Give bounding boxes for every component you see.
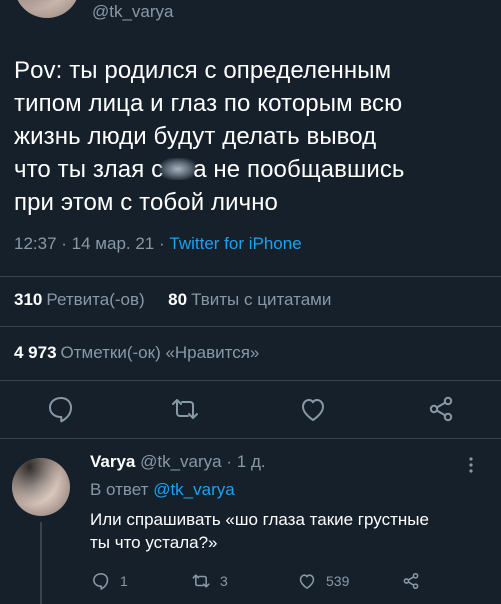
retweet-icon[interactable] <box>168 392 202 426</box>
reply-retweet-button[interactable]: 3 <box>190 566 228 596</box>
retweets-stat[interactable]: 310 Ретвита(-ов) <box>14 290 145 309</box>
tweet-meta: 12:37 · 14 мар. 21 · Twitter for iPhone <box>14 234 302 254</box>
reply-author-name[interactable]: Varya <box>90 452 135 471</box>
quotes-label: Твиты с цитатами <box>191 290 332 309</box>
tweet-date[interactable]: 14 мар. 21 <box>72 234 155 253</box>
tweet-source[interactable]: Twitter for iPhone <box>169 234 301 253</box>
tweet-text-line: что ты злая с а не пообщавшись <box>14 153 492 186</box>
reply-like-button[interactable]: 539 <box>296 566 349 596</box>
more-options-icon[interactable] <box>466 455 476 475</box>
engagement-stats-row: 310 Ретвита(-ов) 80 Твиты с цитатами <box>14 290 331 310</box>
reply-icon[interactable] <box>44 392 78 426</box>
meta-separator: · <box>61 234 72 253</box>
retweets-count: 310 <box>14 290 43 309</box>
tweet-time[interactable]: 12:37 <box>14 234 57 253</box>
meta-separator: · <box>226 452 237 471</box>
retweet-count: 3 <box>220 573 228 589</box>
reply-author-handle[interactable]: @tk_varya <box>140 452 222 471</box>
author-handle[interactable]: @tk_varya <box>92 2 174 22</box>
tweet-text: Pov: ты родился с определенным типом лиц… <box>14 54 492 219</box>
tweet-text-line: типом лица и глаз по которым всю <box>14 90 403 117</box>
like-count: 539 <box>326 573 350 589</box>
retweets-label: Ретвита(-ов) <box>46 290 145 309</box>
redacted-blur <box>159 158 198 180</box>
reply-action-bar: 1 3 539 <box>90 566 490 596</box>
tweet-text-line: жизнь люди будут делать вывод <box>14 123 377 150</box>
like-icon <box>299 574 315 589</box>
author-avatar[interactable] <box>14 0 80 18</box>
tweet-text-line: при этом с тобой лично <box>14 189 278 216</box>
like-icon[interactable] <box>296 392 330 426</box>
quotes-count: 80 <box>168 290 188 309</box>
reply-text-line: ты что устала?» <box>90 533 218 552</box>
replying-to: В ответ @tk_varya <box>90 480 235 500</box>
reply-reply-button[interactable]: 1 <box>90 566 128 596</box>
share-icon[interactable] <box>424 392 458 426</box>
tweet-text-fragment: а не пообщавшись <box>193 156 405 183</box>
meta-separator: · <box>159 234 170 253</box>
reply-icon <box>93 573 109 590</box>
divider <box>0 438 501 439</box>
likes-stat[interactable]: 4 973 Отметки(-ок) «Нравится» <box>14 343 259 363</box>
tweet-text-line: Pov: ты родился с определенным <box>14 57 392 84</box>
tweet-action-bar <box>0 382 501 436</box>
likes-count: 4 973 <box>14 343 57 362</box>
reply-to-label: В ответ <box>90 480 149 499</box>
divider <box>0 276 501 277</box>
reply-author-avatar[interactable] <box>12 458 70 516</box>
reply-to-mention[interactable]: @tk_varya <box>153 480 235 499</box>
reply-share-button[interactable] <box>400 566 422 596</box>
reply-header: Varya @tk_varya · 1 д. <box>90 452 266 472</box>
reply-text-line: Или спрашивать «шо глаза такие грустные <box>90 510 429 529</box>
divider <box>0 380 501 381</box>
tweet-text-fragment: что ты злая с <box>14 156 164 183</box>
reply-age[interactable]: 1 д. <box>237 452 266 471</box>
thread-connector-line <box>40 522 42 604</box>
likes-label: Отметки(-ок) «Нравится» <box>60 343 260 362</box>
share-icon <box>403 572 419 590</box>
divider <box>0 326 501 327</box>
retweet-icon <box>192 574 210 588</box>
quotes-stat[interactable]: 80 Твиты с цитатами <box>168 290 331 309</box>
reply-text: Или спрашивать «шо глаза такие грустные … <box>90 508 490 554</box>
reply-count: 1 <box>120 573 128 589</box>
